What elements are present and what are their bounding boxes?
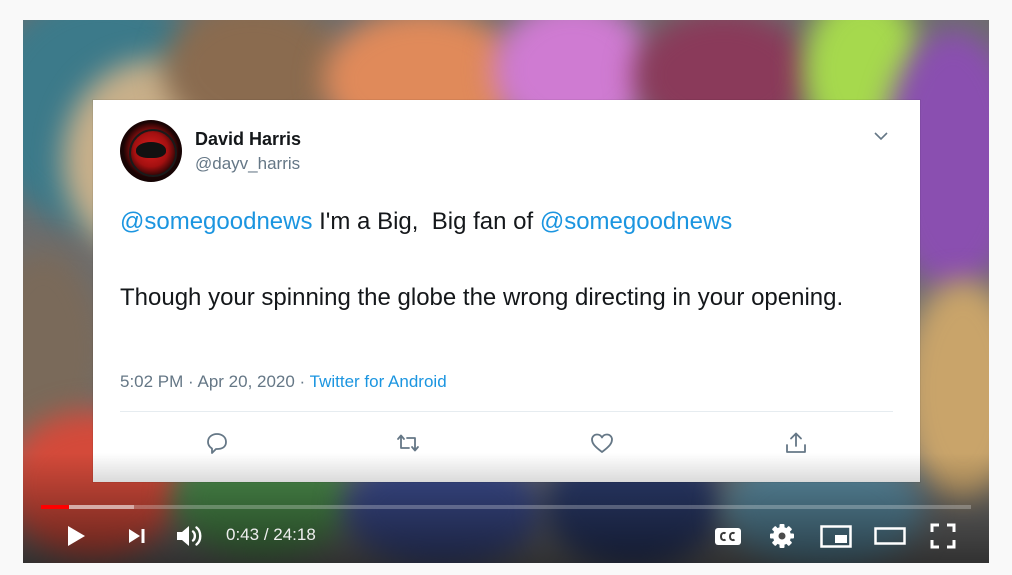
- mention-link[interactable]: @somegoodnews: [120, 208, 312, 235]
- play-icon[interactable]: [61, 522, 89, 550]
- mention-link[interactable]: @somegoodnews: [540, 208, 732, 235]
- next-icon[interactable]: [123, 522, 151, 550]
- avatar-emblem: [136, 142, 166, 158]
- settings-icon[interactable]: [768, 522, 796, 550]
- current-time: 0:43: [226, 525, 260, 544]
- divider: [120, 411, 893, 412]
- duration: 24:18: [273, 525, 316, 544]
- time-display: 0:43 / 24:18: [226, 525, 316, 545]
- time-separator: /: [259, 525, 274, 544]
- progress-played: [41, 505, 69, 509]
- theater-icon[interactable]: [873, 522, 907, 550]
- captions-icon[interactable]: [713, 522, 743, 550]
- tweet-text-line2: Though your spinning the globe the wrong…: [120, 284, 844, 311]
- tweet-meta: 5:02 PM · Apr 20, 2020 · Twitter for And…: [120, 372, 447, 392]
- display-name[interactable]: David Harris: [195, 129, 301, 150]
- fullscreen-icon[interactable]: [929, 522, 957, 550]
- tweet-text: I'm a Big, Big fan of: [312, 208, 540, 235]
- tweet-text-line1: @somegoodnews I'm a Big, Big fan of @som…: [120, 208, 732, 236]
- tweet-source-link[interactable]: Twitter for Android: [310, 372, 447, 391]
- user-handle[interactable]: @dayv_harris: [195, 154, 300, 174]
- progress-bar[interactable]: [41, 505, 971, 509]
- chevron-down-icon[interactable]: [873, 128, 889, 144]
- miniplayer-icon[interactable]: [819, 522, 853, 550]
- video-player[interactable]: David Harris @dayv_harris @somegoodnews …: [23, 20, 989, 563]
- avatar[interactable]: [120, 120, 182, 182]
- tweet-card: David Harris @dayv_harris @somegoodnews …: [93, 100, 920, 482]
- tweet-timestamp[interactable]: 5:02 PM · Apr 20, 2020 ·: [120, 372, 310, 391]
- volume-icon[interactable]: [173, 522, 207, 550]
